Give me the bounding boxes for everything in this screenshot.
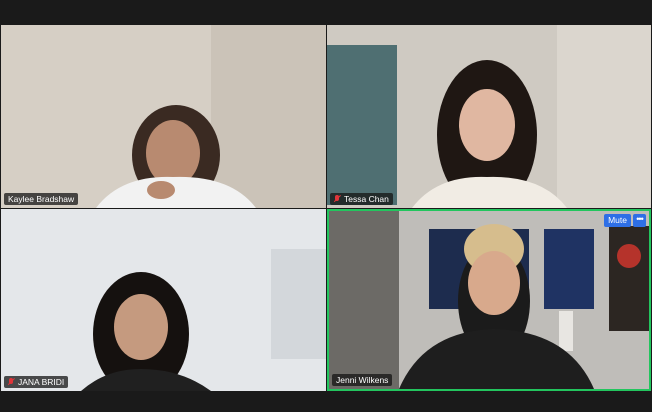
participant-video bbox=[329, 211, 649, 389]
participant-video bbox=[1, 25, 326, 208]
video-grid: Kaylee Bradshaw Tessa Chan JANA BRIDI Mu… bbox=[0, 0, 652, 412]
participant-silhouette bbox=[329, 211, 649, 389]
more-options-button[interactable]: ••• bbox=[633, 214, 646, 227]
participant-video bbox=[327, 25, 651, 208]
participant-name-tag: JANA BRIDI bbox=[4, 376, 69, 388]
participant-silhouette bbox=[1, 209, 326, 391]
participant-silhouette bbox=[1, 25, 326, 208]
participant-name: JANA BRIDI bbox=[18, 377, 65, 387]
participant-tile-kaylee[interactable]: Kaylee Bradshaw bbox=[1, 25, 326, 208]
mic-muted-icon bbox=[334, 195, 341, 203]
participant-name-tag: Jenni Wilkens bbox=[332, 374, 393, 386]
participant-silhouette bbox=[327, 25, 651, 208]
participant-video bbox=[1, 209, 326, 391]
participant-tile-jana[interactable]: JANA BRIDI bbox=[1, 209, 326, 391]
participant-name-tag: Kaylee Bradshaw bbox=[4, 193, 79, 205]
participant-tile-tessa[interactable]: Tessa Chan bbox=[327, 25, 651, 208]
participant-name: Jenni Wilkens bbox=[336, 375, 389, 385]
participant-tile-jenni[interactable]: Mute ••• Jenni Wilkens bbox=[327, 209, 651, 391]
participant-name: Tessa Chan bbox=[344, 194, 389, 204]
participant-name-tag: Tessa Chan bbox=[330, 193, 393, 205]
participant-name: Kaylee Bradshaw bbox=[8, 194, 75, 204]
mute-button[interactable]: Mute bbox=[604, 214, 631, 227]
mic-muted-icon bbox=[8, 378, 15, 386]
